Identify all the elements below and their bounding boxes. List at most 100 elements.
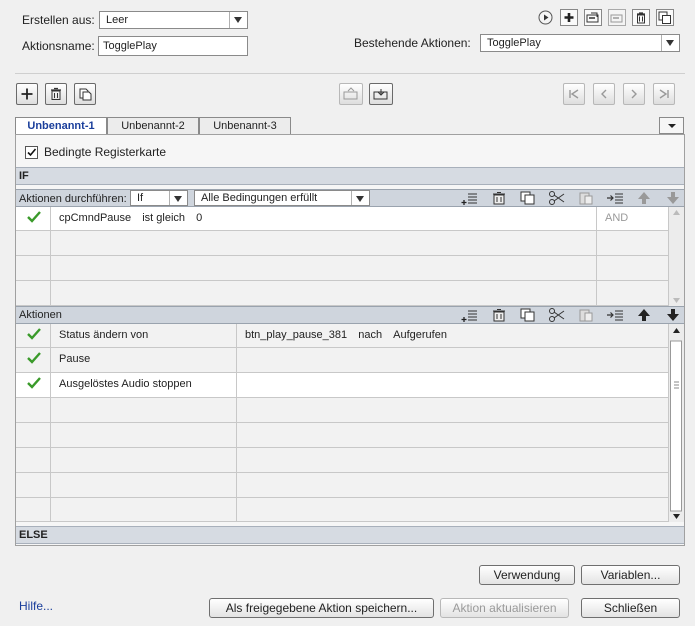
move-condition-down-icon[interactable] xyxy=(664,190,682,206)
else-section-header[interactable]: ELSE xyxy=(16,526,684,544)
move-condition-up-icon[interactable] xyxy=(635,190,653,206)
variables-button[interactable]: Variablen... xyxy=(581,565,680,585)
actions-scrollbar[interactable] xyxy=(668,324,684,522)
action-check-cell[interactable] xyxy=(16,373,51,397)
action-check-cell[interactable] xyxy=(16,348,51,372)
chevron-down-icon xyxy=(351,191,369,205)
condition-row[interactable] xyxy=(16,231,668,256)
existing-actions-select[interactable]: TogglePlay xyxy=(480,34,680,52)
move-action-up-icon[interactable] xyxy=(635,307,653,323)
help-link[interactable]: Hilfe... xyxy=(19,599,53,613)
existing-actions-value: TogglePlay xyxy=(487,37,541,49)
create-from-select[interactable]: Leer xyxy=(99,11,248,29)
duplicate-tab-button[interactable] xyxy=(74,83,96,105)
condition-variable: cpCmndPause xyxy=(59,212,132,224)
condition-conjunction[interactable]: AND xyxy=(597,207,668,230)
insert-action-row-icon[interactable] xyxy=(606,307,624,323)
copy-action-row-icon[interactable] xyxy=(519,307,537,323)
action-row[interactable] xyxy=(16,398,668,423)
action-name-label: Aktionsname: xyxy=(22,39,95,53)
delete-condition-icon[interactable] xyxy=(490,190,508,206)
action-row[interactable] xyxy=(16,423,668,448)
if-section-header: IF xyxy=(16,167,684,185)
actions-section-label: Aktionen xyxy=(19,309,62,321)
cut-condition-icon[interactable] xyxy=(548,190,566,206)
action-row[interactable]: Ausgelöstes Audio stoppen xyxy=(16,373,668,398)
separator xyxy=(15,73,685,74)
tab-unbenannt-1[interactable]: Unbenannt-1 xyxy=(15,117,107,135)
usage-button[interactable]: Verwendung xyxy=(479,565,575,585)
delete-tab-button[interactable] xyxy=(45,83,67,105)
cut-action-row-icon[interactable] xyxy=(548,307,566,323)
import-icon[interactable] xyxy=(584,9,602,26)
close-button[interactable]: Schließen xyxy=(581,598,680,618)
action-row[interactable]: Status ändern von btn_play_pause_381 nac… xyxy=(16,324,668,348)
perform-value: If xyxy=(137,192,144,204)
action-params-cell[interactable] xyxy=(237,348,668,372)
insert-condition-icon[interactable] xyxy=(606,190,624,206)
save-shared-action-button[interactable]: Als freigegebene Aktion speichern... xyxy=(209,598,434,618)
create-from-value: Leer xyxy=(106,14,129,26)
delete-action-row-icon[interactable] xyxy=(490,307,508,323)
preview-play-icon[interactable] xyxy=(538,10,553,25)
add-action-row-icon[interactable] xyxy=(461,307,479,323)
create-from-label: Erstellen aus: xyxy=(22,13,95,27)
checkmark-icon xyxy=(27,352,41,364)
action-target: btn_play_pause_381 xyxy=(245,329,348,341)
tab-unbenannt-2[interactable]: Unbenannt-2 xyxy=(107,117,199,134)
previous-tab-button[interactable] xyxy=(593,83,615,105)
next-tab-button[interactable] xyxy=(623,83,645,105)
action-row[interactable] xyxy=(16,448,668,473)
first-tab-button[interactable] xyxy=(563,83,585,105)
add-condition-icon[interactable] xyxy=(461,190,479,206)
paste-condition-icon[interactable] xyxy=(577,190,595,206)
action-state: Aufgerufen xyxy=(393,329,447,341)
checkmark-icon xyxy=(27,377,41,389)
action-row[interactable]: Pause xyxy=(16,348,668,373)
action-name-cell[interactable]: Status ändern von xyxy=(51,324,237,347)
move-down-tab-button[interactable] xyxy=(369,83,393,105)
condition-check-cell[interactable] xyxy=(16,207,51,230)
chevron-down-icon xyxy=(661,35,679,51)
chevron-down-icon xyxy=(169,191,187,205)
condition-expression-cell[interactable]: cpCmndPause ist gleich 0 xyxy=(51,207,597,230)
conditions-select[interactable]: Alle Bedingungen erfüllt xyxy=(194,190,370,206)
action-name-field[interactable]: TogglePlay xyxy=(98,36,248,56)
perform-actions-label: Aktionen durchführen: xyxy=(19,193,127,205)
move-action-down-icon[interactable] xyxy=(664,307,682,323)
action-name-cell[interactable]: Pause xyxy=(51,348,237,372)
action-params-cell[interactable] xyxy=(237,373,668,397)
condition-row[interactable] xyxy=(16,281,668,306)
condition-operator: ist gleich xyxy=(142,212,186,224)
conditions-value: Alle Bedingungen erfüllt xyxy=(201,192,318,204)
action-params-cell[interactable]: btn_play_pause_381 nach Aufgerufen xyxy=(237,324,668,347)
checkmark-icon xyxy=(27,328,41,340)
conditions-scrollbar[interactable] xyxy=(668,207,684,306)
action-name-cell[interactable]: Ausgelöstes Audio stoppen xyxy=(51,373,237,397)
perform-select[interactable]: If xyxy=(130,190,188,206)
move-up-tab-button[interactable] xyxy=(339,83,363,105)
condition-row[interactable]: cpCmndPause ist gleich 0 AND xyxy=(16,207,668,231)
conditional-tab-label: Bedingte Registerkarte xyxy=(44,145,167,159)
conditional-tab-checkbox[interactable] xyxy=(25,146,38,159)
tab-menu-button[interactable] xyxy=(659,117,684,134)
action-check-cell[interactable] xyxy=(16,324,51,347)
condition-value: 0 xyxy=(196,212,203,224)
action-mid: nach xyxy=(358,329,383,341)
add-tab-button[interactable] xyxy=(16,83,38,105)
tab-unbenannt-3[interactable]: Unbenannt-3 xyxy=(199,117,291,134)
delete-action-icon[interactable] xyxy=(632,9,650,26)
chevron-down-icon xyxy=(229,12,247,28)
export-icon[interactable] xyxy=(608,9,626,26)
last-tab-button[interactable] xyxy=(653,83,675,105)
copy-condition-icon[interactable] xyxy=(519,190,537,206)
action-row[interactable] xyxy=(16,473,668,498)
duplicate-action-icon[interactable] xyxy=(656,9,674,26)
action-row[interactable] xyxy=(16,498,668,522)
add-action-icon[interactable] xyxy=(560,9,578,26)
condition-row[interactable] xyxy=(16,256,668,281)
paste-action-row-icon[interactable] xyxy=(577,307,595,323)
checkmark-icon xyxy=(27,211,41,223)
existing-actions-label: Bestehende Aktionen: xyxy=(354,36,471,50)
update-action-button[interactable]: Aktion aktualisieren xyxy=(440,598,569,618)
